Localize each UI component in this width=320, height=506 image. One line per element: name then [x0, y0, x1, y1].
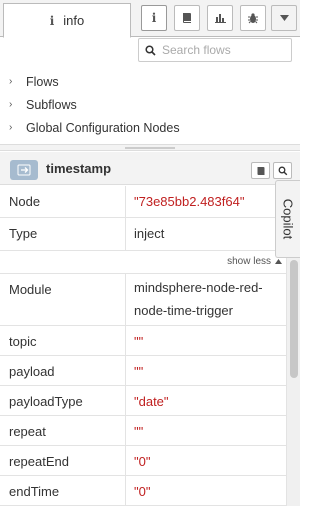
property-value: "": [134, 364, 144, 379]
show-less-row: show less: [0, 251, 286, 274]
tree-item-global-config[interactable]: › Global Configuration Nodes: [0, 116, 300, 139]
property-key: Module: [0, 274, 126, 325]
property-row-payloadtype: payloadType "date": [0, 386, 286, 416]
caret-down-icon: [279, 15, 289, 21]
tab-info-label: info: [63, 13, 85, 28]
property-key: repeatEnd: [0, 446, 126, 475]
info-icon: i: [49, 13, 55, 28]
property-value: mindsphere-node-red- node-time-trigger: [126, 274, 286, 325]
node-help-button[interactable]: [251, 162, 270, 179]
sidebar-tab-bar: i info i: [0, 0, 300, 38]
property-value-line: mindsphere-node-red-: [134, 280, 263, 295]
show-less-label: show less: [227, 256, 271, 267]
chart-icon: [214, 14, 226, 23]
arrow-right-icon: [10, 160, 38, 180]
panel-resize-handle[interactable]: [0, 144, 300, 151]
dashboard-tab-button[interactable]: [207, 5, 233, 31]
property-key: Node: [0, 186, 126, 217]
search-input[interactable]: [162, 43, 282, 57]
bug-icon: [248, 13, 258, 24]
property-value: "date": [134, 394, 169, 409]
info-tree: › Flows › Subflows › Global Configuratio…: [0, 70, 300, 139]
tree-item-label: Subflows: [26, 97, 77, 112]
property-row-topic: topic "": [0, 326, 286, 356]
property-key: repeat: [0, 416, 126, 445]
node-title: timestamp: [46, 161, 112, 176]
resize-grip: [125, 147, 175, 149]
property-key: payload: [0, 356, 126, 385]
tree-item-label: Flows: [26, 74, 59, 89]
property-key: endTime: [0, 476, 126, 505]
tree-item-flows[interactable]: › Flows: [0, 70, 300, 93]
chevron-right-icon: ›: [9, 76, 13, 87]
show-less-link[interactable]: show less: [227, 256, 282, 267]
book-icon: [257, 166, 264, 175]
node-info-header: timestamp: [0, 152, 300, 185]
tree-item-subflows[interactable]: › Subflows: [0, 93, 300, 116]
debug-tab-button[interactable]: [240, 5, 266, 31]
chevron-right-icon: ›: [9, 99, 13, 110]
properties-scrollbar[interactable]: [286, 258, 300, 506]
property-row-endtime: endTime "0": [0, 476, 286, 506]
help-tab-button[interactable]: [174, 5, 200, 31]
property-row-repeat: repeat "": [0, 416, 286, 446]
scrollbar-thumb[interactable]: [290, 260, 298, 378]
property-row-module: Module mindsphere-node-red- node-time-tr…: [0, 274, 286, 326]
tab-info[interactable]: i info: [3, 3, 131, 38]
copilot-side-tab[interactable]: Copilot: [275, 180, 300, 258]
property-value: "": [134, 334, 144, 349]
info-tab-button[interactable]: i: [141, 5, 167, 31]
search-box: [138, 38, 292, 62]
info-icon: i: [151, 11, 157, 25]
property-value: "73e85bb2.483f64": [134, 194, 245, 209]
sidebar-menu-button[interactable]: [271, 5, 297, 31]
search-row: [0, 38, 300, 64]
book-icon: [183, 13, 191, 23]
search-icon: [145, 44, 156, 56]
property-value-line: node-time-trigger: [134, 303, 233, 318]
property-row-repeatend: repeatEnd "0": [0, 446, 286, 476]
property-value: inject: [134, 226, 165, 241]
property-key: topic: [0, 326, 126, 355]
property-row-node: Node "73e85bb2.483f64": [0, 186, 286, 218]
property-value: "0": [134, 484, 151, 499]
property-value: "": [134, 424, 144, 439]
search-icon: [278, 166, 287, 175]
caret-up-icon: [275, 259, 282, 264]
property-row-payload: payload "": [0, 356, 286, 386]
property-value: "0": [134, 454, 151, 469]
copilot-label: Copilot: [280, 198, 296, 240]
node-search-button[interactable]: [273, 162, 292, 179]
tree-item-label: Global Configuration Nodes: [26, 120, 180, 135]
chevron-right-icon: ›: [9, 122, 13, 133]
property-key: payloadType: [0, 386, 126, 415]
property-key: Type: [0, 218, 126, 250]
property-row-type: Type inject: [0, 218, 286, 251]
